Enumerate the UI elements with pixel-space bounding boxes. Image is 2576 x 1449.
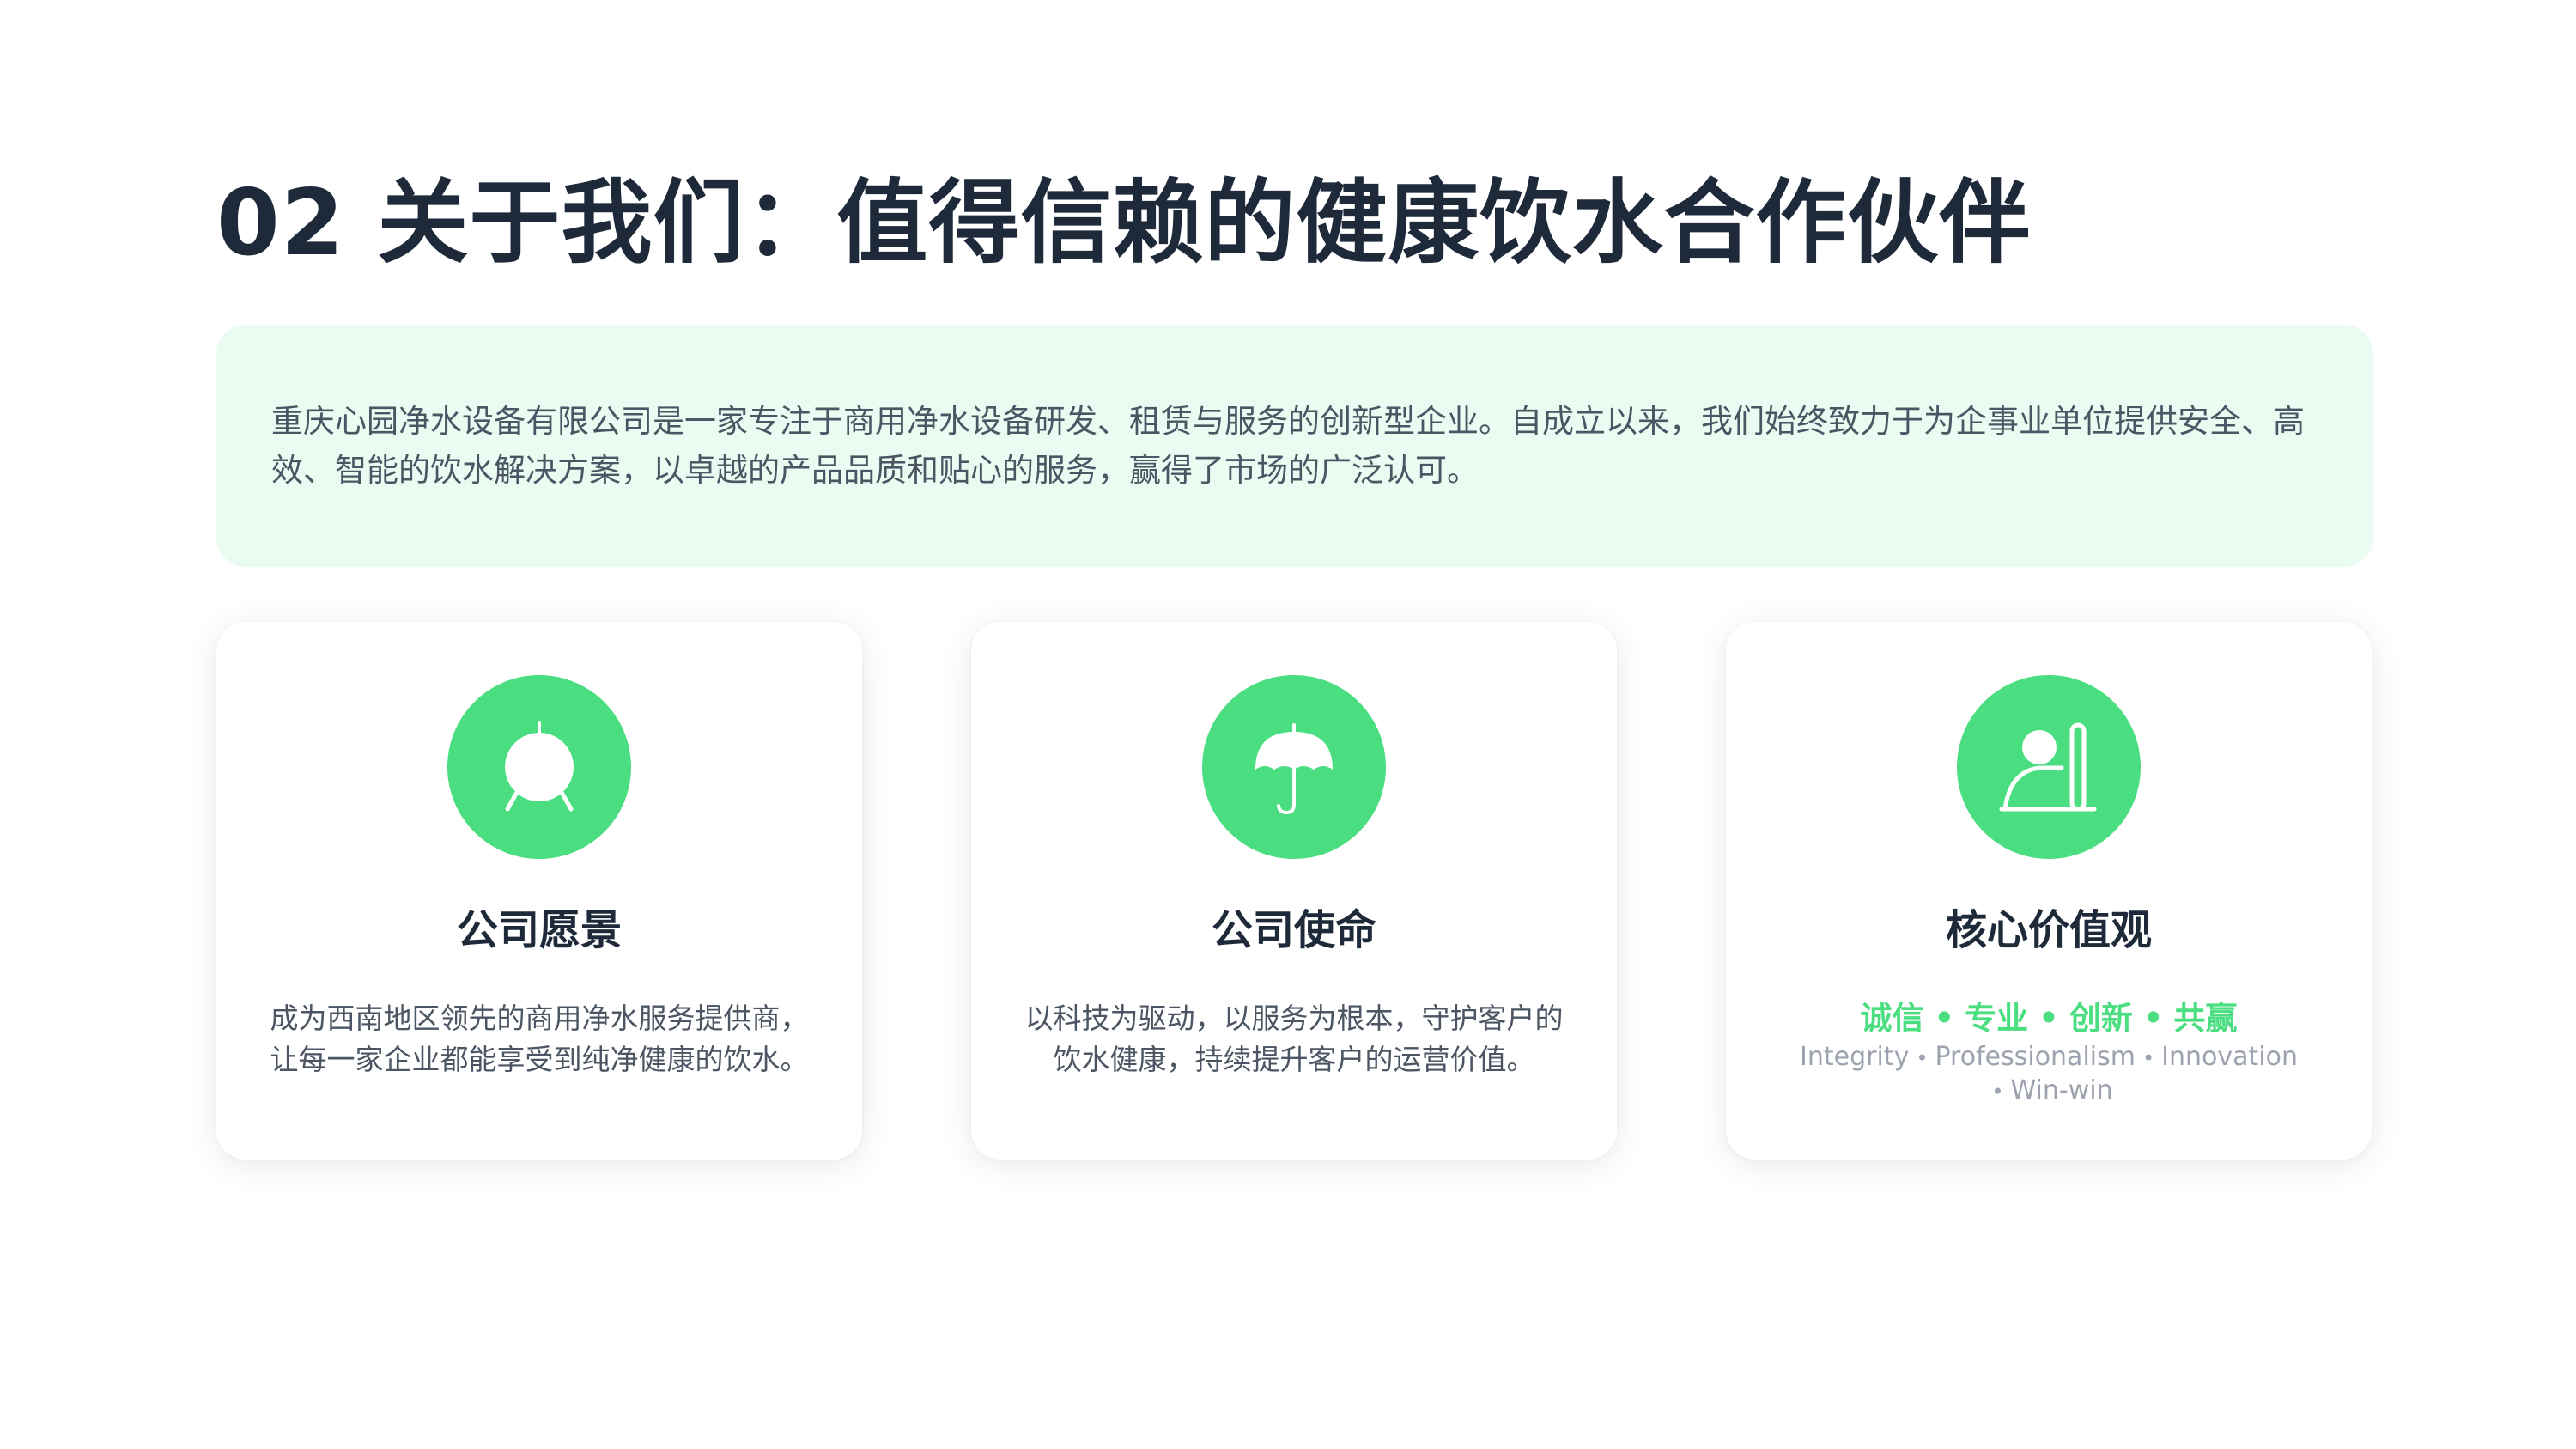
- card-title: 公司愿景: [456, 906, 622, 954]
- value-cn-item: 诚信: [1860, 1000, 1924, 1037]
- umbrella-icon: [1202, 675, 1386, 859]
- value-en-item: Professionalism: [1935, 1042, 2136, 1072]
- core-values-en: Integrity • Professionalism • Innovation • Win…: [1769, 1041, 2329, 1108]
- value-cn-item: 创新: [2069, 1000, 2133, 1037]
- card-vision: 公司愿景 成为西南地区领先的商用净水服务提供商，让每一家企业都能享受到纯净健康的…: [216, 622, 862, 1160]
- card-core-values: 核心价值观 诚信 • 专业 • 创新 • 共赢 Integrity • Professional…: [1726, 622, 2372, 1160]
- separator-dot: •: [2142, 1046, 2155, 1070]
- person-values-icon: [1957, 675, 2141, 859]
- card-description: 以科技为驱动，以服务为根本，守护客户的饮水健康，持续提升客户的运营价值。: [1024, 1002, 1564, 1076]
- vision-target-icon: [447, 675, 631, 859]
- value-cn-item: 共赢: [2173, 1000, 2238, 1037]
- card-description: 成为西南地区领先的商用净水服务提供商，让每一家企业都能享受到纯净健康的饮水。: [270, 1002, 809, 1076]
- separator-dot: •: [2142, 1000, 2164, 1037]
- separator-dot: •: [2038, 1000, 2059, 1037]
- slide: 02 关于我们：值得信赖的健康饮水合作伙伴 重庆心园净水设备有限公司是一家专注于…: [0, 0, 2576, 1449]
- separator-dot: •: [1916, 1046, 1929, 1070]
- intro-text: 重庆心园净水设备有限公司是一家专注于商用净水设备研发、租赁与服务的创新型企业。自…: [271, 403, 2305, 489]
- value-cn-item: 专业: [1965, 1000, 2029, 1037]
- card-title: 公司使命: [1211, 906, 1376, 954]
- separator-dot: •: [1934, 1000, 1955, 1037]
- page-title: 02 关于我们：值得信赖的健康饮水合作伙伴: [216, 170, 2032, 276]
- card-title: 核心价值观: [1945, 906, 2152, 954]
- card-mission: 公司使命 以科技为驱动，以服务为根本，守护客户的饮水健康，持续提升客户的运营价值…: [971, 622, 1617, 1160]
- separator-dot: •: [1991, 1080, 2004, 1104]
- value-en-item: Innovation: [2161, 1042, 2298, 1072]
- core-values-cn: 诚信 • 专业 • 创新 • 共赢: [1726, 996, 2372, 1041]
- value-en-item: Integrity: [1800, 1042, 1910, 1072]
- value-en-item: Win-win: [2010, 1075, 2113, 1105]
- intro-panel: 重庆心园净水设备有限公司是一家专注于商用净水设备研发、租赁与服务的创新型企业。自…: [216, 325, 2373, 567]
